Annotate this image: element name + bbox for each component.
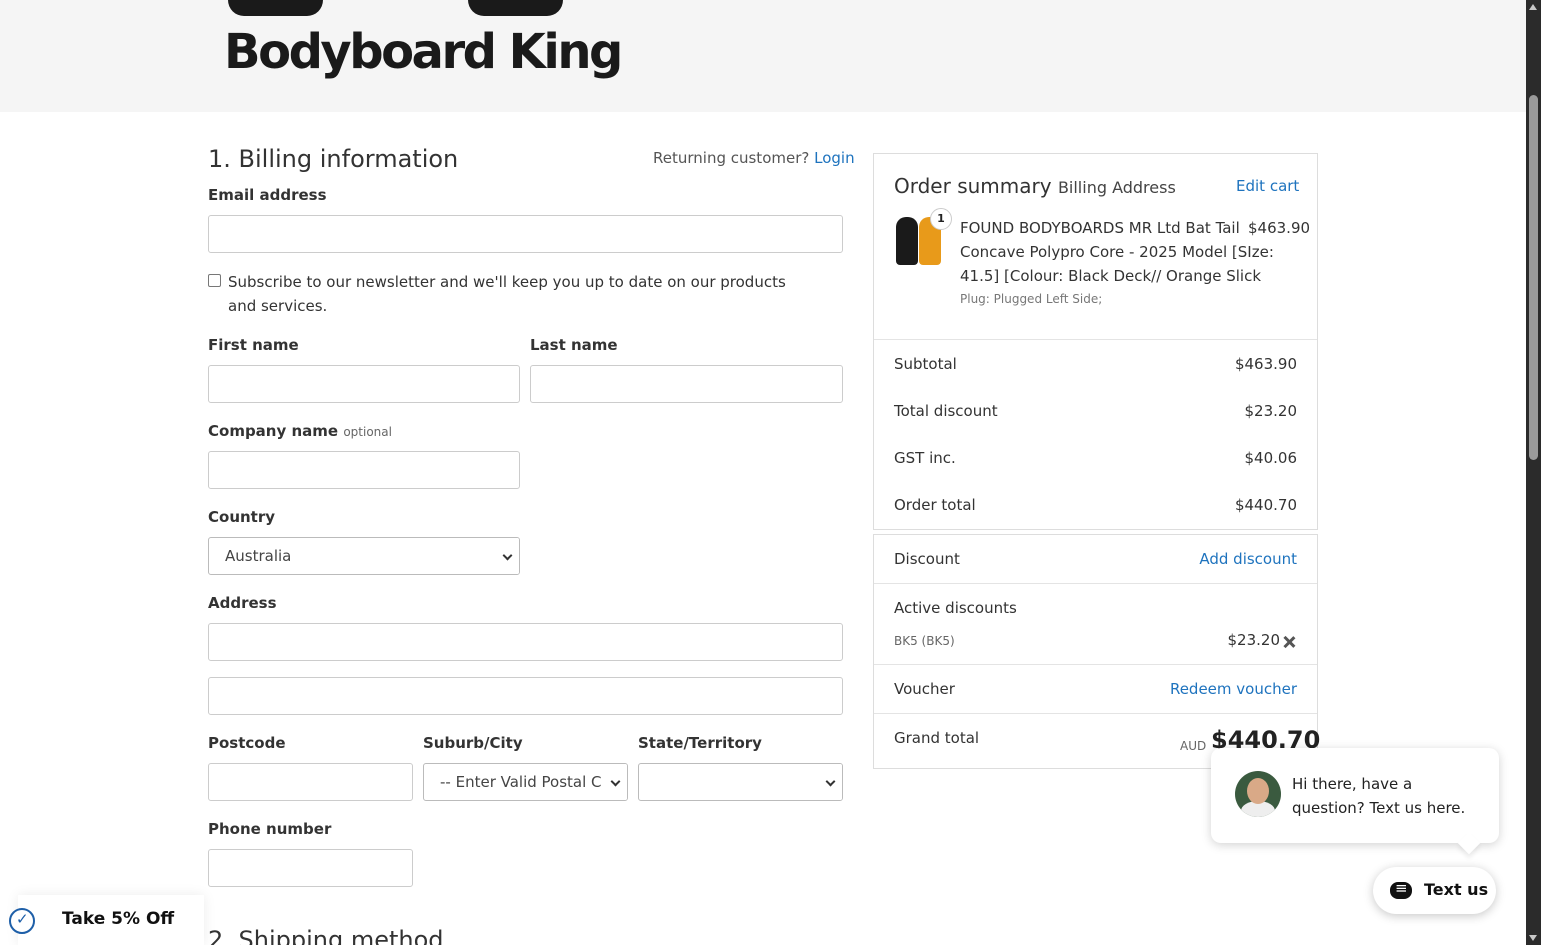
gst-value: $40.06 xyxy=(1244,449,1298,467)
product-name: FOUND BODYBOARDS MR Ltd Bat Tail Quad Co… xyxy=(960,219,1285,285)
chat-icon xyxy=(1390,879,1412,899)
order-summary-title: Order summary Billing Address xyxy=(894,174,1176,198)
address-label: Address xyxy=(208,594,277,612)
logo[interactable]: Bodyboard King xyxy=(224,22,623,82)
newsletter-checkbox[interactable] xyxy=(208,274,221,287)
login-link[interactable]: Login xyxy=(814,149,854,167)
billing-title: 1. Billing information xyxy=(208,145,459,173)
badge-check-icon[interactable] xyxy=(9,908,35,934)
first-name-label: First name xyxy=(208,336,299,354)
chat-popup[interactable]: Hi there, have a question? Text us here. xyxy=(1211,748,1499,855)
divider xyxy=(874,339,1317,340)
newsletter-label: Subscribe to our newsletter and we'll ke… xyxy=(228,273,786,315)
suburb-value: -- Enter Valid Postal Code -- xyxy=(440,773,628,791)
total-discount-value: $23.20 xyxy=(1244,402,1298,420)
order-total-value: $440.70 xyxy=(1234,496,1297,514)
phone-field[interactable] xyxy=(208,849,413,887)
gst-label: GST inc. xyxy=(894,449,956,467)
site-header: Bodyboard King xyxy=(0,0,1526,112)
redeem-voucher-link[interactable]: Redeem voucher xyxy=(1170,680,1297,698)
total-discount-label: Total discount xyxy=(894,402,998,420)
country-select[interactable]: Australia xyxy=(208,537,520,575)
active-discount-amount: $23.20 xyxy=(1227,631,1281,649)
subtotal-value: $463.90 xyxy=(1234,355,1297,373)
last-name-field[interactable] xyxy=(530,365,843,403)
divider xyxy=(874,583,1317,584)
text-us-button[interactable]: Text us xyxy=(1373,867,1496,914)
email-field[interactable] xyxy=(208,215,843,253)
last-name-label: Last name xyxy=(530,336,618,354)
scrollbar[interactable] xyxy=(1526,0,1541,945)
suburb-select[interactable]: -- Enter Valid Postal Code -- xyxy=(423,763,628,801)
active-discount-code: BK5 (BK5) xyxy=(894,634,955,648)
scrollbar-thumb[interactable] xyxy=(1529,95,1538,460)
shipping-title: 2. Shipping method xyxy=(208,926,444,945)
returning-customer: Returning customer? Login xyxy=(653,149,855,167)
product-option: Plug: Plugged Left Side; xyxy=(960,292,1103,306)
address-line-2-field[interactable] xyxy=(208,677,843,715)
close-icon[interactable] xyxy=(1283,636,1295,648)
state-select[interactable] xyxy=(638,763,843,801)
summary-subtitle: Billing Address xyxy=(1057,178,1176,197)
scroll-down-icon[interactable] xyxy=(1529,935,1537,941)
voucher-label: Voucher xyxy=(894,680,955,698)
divider xyxy=(874,713,1317,714)
returning-text: Returning customer? xyxy=(653,149,810,167)
address-line-1-field[interactable] xyxy=(208,623,843,661)
phone-label: Phone number xyxy=(208,820,332,838)
country-label: Country xyxy=(208,508,276,526)
grand-total-label: Grand total xyxy=(894,729,980,747)
scroll-up-icon[interactable] xyxy=(1529,4,1537,10)
subtotal-label: Subtotal xyxy=(894,355,957,373)
email-label: Email address xyxy=(208,186,327,204)
suburb-label: Suburb/City xyxy=(423,734,523,752)
product-price: $463.90 xyxy=(1242,216,1311,240)
country-value: Australia xyxy=(225,547,292,565)
quantity-badge: 1 xyxy=(930,208,952,230)
first-name-field[interactable] xyxy=(208,365,520,403)
discount-row-label: Discount xyxy=(894,550,960,568)
postcode-label: Postcode xyxy=(208,734,286,752)
chat-message: Hi there, have a question? Text us here. xyxy=(1292,775,1466,817)
company-label-text: Company name xyxy=(208,422,339,440)
agent-avatar xyxy=(1235,771,1281,817)
divider xyxy=(874,664,1317,665)
company-label: Company name optional xyxy=(208,422,392,440)
summary-title: Order summary xyxy=(894,174,1052,198)
add-discount-link[interactable]: Add discount xyxy=(1199,550,1297,568)
promo-label: Take 5% Off xyxy=(62,909,175,929)
promo-tab[interactable]: Take 5% Off xyxy=(18,895,204,945)
logo-mark-left xyxy=(228,0,323,16)
optional-tag: optional xyxy=(343,425,392,439)
active-discounts-label: Active discounts xyxy=(894,599,1017,617)
state-label: State/Territory xyxy=(638,734,762,752)
postcode-field[interactable] xyxy=(208,763,413,801)
logo-mark-right xyxy=(468,0,563,16)
currency-label: AUD xyxy=(1180,739,1207,753)
text-us-label: Text us xyxy=(1424,880,1489,899)
company-field[interactable] xyxy=(208,451,520,489)
order-total-label: Order total xyxy=(894,496,976,514)
edit-cart-link[interactable]: Edit cart xyxy=(1236,177,1299,195)
